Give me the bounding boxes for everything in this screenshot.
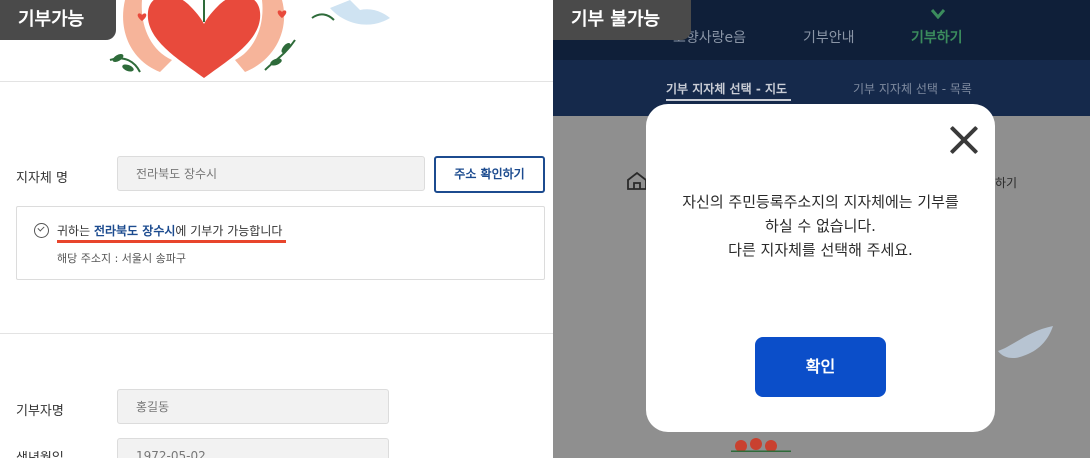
home-icon (627, 171, 647, 190)
donation-error-dialog: 자신의 주민등록주소지의 지자체에는 기부를 하실 수 없습니다. 다른 지자체… (646, 104, 995, 432)
donation-possible-tag: 기부가능 (0, 0, 116, 40)
eligibility-notice: 귀하는 전라북도 장수시에 기부가 가능합니다 해당 주소지 : 서울시 송파구 (16, 206, 545, 280)
notice-message: 귀하는 전라북도 장수시에 기부가 가능합니다 (57, 222, 282, 239)
dove-illustration (998, 326, 1053, 359)
flower-illustration (731, 438, 791, 452)
donor-name-field[interactable]: 홍길동 (117, 389, 389, 424)
region-label: 지자체 명 (16, 171, 68, 186)
dialog-message-line-1: 자신의 주민등록주소지의 지자체에는 기부를 (682, 193, 959, 211)
notice-underline (57, 240, 286, 243)
dialog-message-line-3: 다른 지자체를 선택해 주세요. (728, 241, 913, 259)
background-tab-fragment: 하기 (995, 176, 1018, 190)
confirm-button[interactable]: 확인 (755, 337, 886, 397)
notice-region: 전라북도 장수시 (93, 224, 176, 238)
nav-item-donate[interactable]: 기부하기 (911, 27, 963, 47)
birth-date-field[interactable]: 1972-05-02 (117, 438, 389, 458)
dialog-message: 자신의 주민등록주소지의 지자체에는 기부를 하실 수 없습니다. 다른 지자체… (646, 190, 995, 262)
close-icon[interactable] (946, 122, 982, 158)
address-check-button[interactable]: 주소 확인하기 (434, 156, 545, 193)
dialog-message-line-2: 하실 수 없습니다. (765, 217, 876, 235)
chevron-down-icon (931, 9, 945, 19)
region-field[interactable]: 전라북도 장수시 (117, 156, 425, 191)
donation-possible-panel: 지자체 명 전라북도 장수시 주소 확인하기 귀하는 전라북도 장수시에 기부가… (0, 0, 553, 458)
check-circle-icon (34, 223, 49, 238)
notice-suffix: 에 기부가 가능합니다 (175, 224, 283, 238)
donation-impossible-tag: 기부 불가능 (553, 0, 691, 40)
tab-list-select[interactable]: 기부 지자체 선택 - 목록 (853, 80, 972, 97)
notice-prefix: 귀하는 (57, 224, 94, 238)
section-divider (0, 333, 553, 334)
active-tab-underline (666, 99, 791, 101)
donor-name-label: 기부자명 (16, 404, 64, 419)
nav-item-guide[interactable]: 기부안내 (803, 27, 855, 47)
notice-address: 해당 주소지 : 서울시 송파구 (57, 252, 187, 265)
tab-map-select[interactable]: 기부 지자체 선택 - 지도 (666, 80, 787, 97)
birth-date-label: 생년월일 (16, 447, 64, 458)
